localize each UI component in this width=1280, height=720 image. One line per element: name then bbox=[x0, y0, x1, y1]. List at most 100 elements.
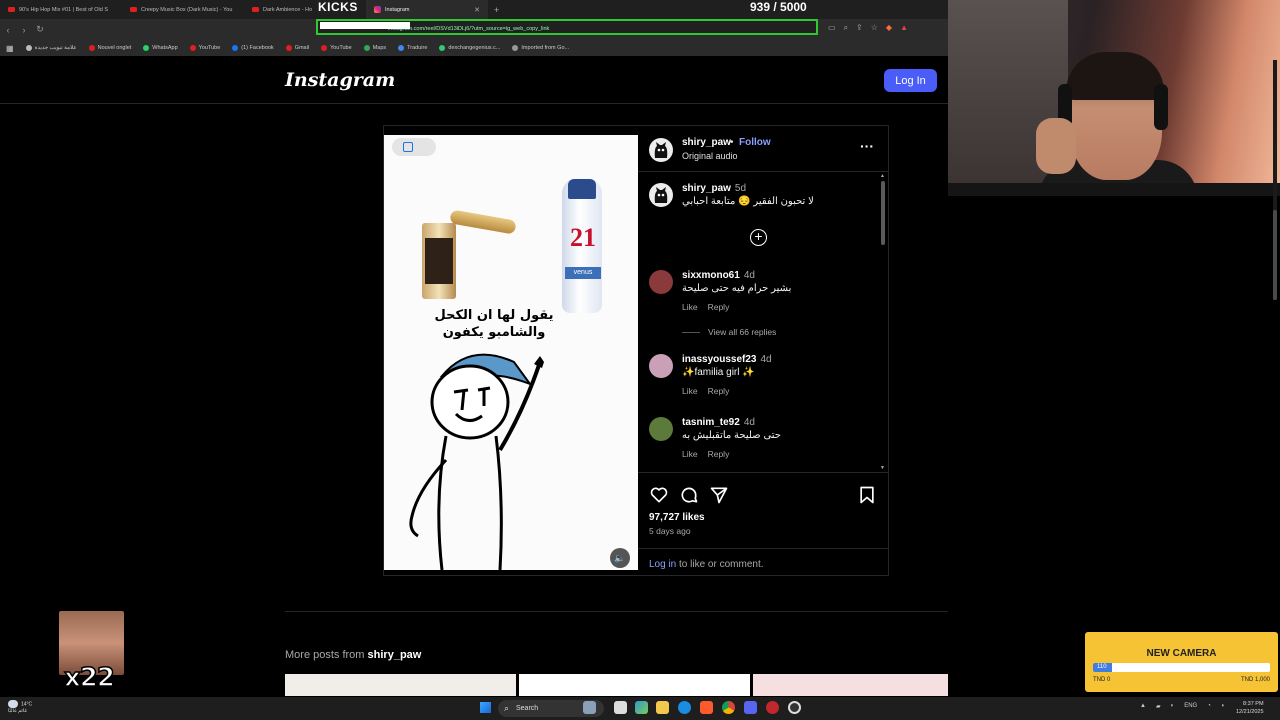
brave-shield-icon[interactable]: ◆ bbox=[886, 23, 892, 33]
address-bar[interactable]: instagram.com/reel/DSVd13iDLj6/?utm_sour… bbox=[316, 19, 818, 35]
scroll-down-icon[interactable]: ▼ bbox=[880, 465, 885, 471]
more-post-thumbnail[interactable] bbox=[285, 674, 516, 696]
bookmark-item[interactable]: YouTube bbox=[321, 45, 352, 51]
scroll-up-icon[interactable]: ▲ bbox=[880, 173, 885, 179]
likes-count[interactable]: 97,727 likes bbox=[649, 512, 705, 523]
tab-instagram[interactable]: Instagram ✕ bbox=[366, 0, 488, 19]
screen-capture-chip[interactable] bbox=[392, 138, 436, 156]
instagram-logo[interactable]: Instagram bbox=[285, 69, 395, 91]
author-username[interactable]: shiry_paw bbox=[682, 137, 731, 148]
bookmark-item[interactable]: Imported from Go... bbox=[512, 45, 569, 51]
edge-icon[interactable] bbox=[678, 701, 691, 714]
tray-overflow-icon[interactable]: ▲ bbox=[1140, 703, 1146, 710]
zoom-icon[interactable]: ⌕ bbox=[844, 23, 848, 33]
more-options-icon[interactable]: ··· bbox=[860, 138, 874, 154]
comment-avatar[interactable] bbox=[649, 270, 673, 294]
tray-app-icon[interactable]: ◐ bbox=[1171, 703, 1175, 710]
copilot-icon[interactable] bbox=[635, 701, 648, 714]
goal-max-label: TND 1,000 bbox=[1240, 677, 1270, 683]
more-post-thumbnail[interactable]: ▣ bbox=[753, 674, 948, 696]
page-scrollbar[interactable] bbox=[1273, 60, 1277, 300]
post-header: shiry_paw • Follow Original audio ··· bbox=[638, 126, 888, 172]
comment-reply-button[interactable]: Reply bbox=[708, 449, 730, 459]
file-explorer-icon[interactable] bbox=[656, 701, 669, 714]
brave-rewards-icon[interactable]: ▲ bbox=[900, 23, 908, 33]
tab-creepy-music-box[interactable]: Creepy Music Box (Dark Music) - You bbox=[122, 0, 244, 19]
comment-reply-button[interactable]: Reply bbox=[708, 302, 730, 312]
share-icon[interactable] bbox=[709, 485, 729, 505]
stick-figure-drawing bbox=[409, 353, 544, 570]
bookmark-item[interactable]: (1) Facebook bbox=[232, 45, 274, 51]
bookmark-item[interactable]: Gmail bbox=[285, 45, 309, 51]
follow-button[interactable]: Follow bbox=[739, 137, 771, 148]
login-link[interactable]: Log in bbox=[649, 559, 676, 570]
save-icon[interactable] bbox=[857, 485, 877, 505]
new-tab-button[interactable]: + bbox=[488, 5, 505, 15]
close-tab-icon[interactable]: ✕ bbox=[474, 6, 480, 14]
original-audio-link[interactable]: Original audio bbox=[682, 151, 738, 161]
comment-avatar[interactable] bbox=[649, 417, 673, 441]
screen: 90's Hip Hop Mix #01 | Best of Old S Cre… bbox=[0, 0, 1280, 720]
bookmark-favicon-icon bbox=[143, 45, 150, 51]
add-icon[interactable]: + bbox=[750, 229, 767, 246]
back-icon[interactable]: ‹ bbox=[0, 25, 16, 35]
comment-username[interactable]: tasnim_te92 bbox=[682, 417, 740, 428]
tab-hiphop-mix[interactable]: 90's Hip Hop Mix #01 | Best of Old S bbox=[0, 0, 122, 19]
forward-icon[interactable]: › bbox=[16, 25, 32, 35]
comment-like-button[interactable]: Like bbox=[682, 449, 698, 459]
network-icon[interactable]: ▰ bbox=[1156, 703, 1161, 710]
comment-like-button[interactable]: Like bbox=[682, 386, 698, 396]
bookmark-item[interactable]: علامة تبويب جديدة bbox=[25, 45, 77, 51]
comments-scrollbar[interactable]: ▲ ▼ bbox=[880, 173, 886, 471]
comment-reply-button[interactable]: Reply bbox=[708, 386, 730, 396]
more-post-thumbnail[interactable] bbox=[519, 674, 750, 696]
scrollbar-thumb[interactable] bbox=[881, 181, 885, 245]
bookmark-label: Imported from Go... bbox=[521, 45, 570, 51]
comment-text: ✨familia girl ✨ bbox=[682, 367, 755, 378]
obs-icon[interactable] bbox=[788, 701, 801, 714]
log-in-button[interactable]: Log In bbox=[884, 69, 937, 92]
tray-lang[interactable]: ENG bbox=[1184, 703, 1197, 710]
page-scrollbar-thumb[interactable] bbox=[1273, 210, 1277, 300]
more-posts-username[interactable]: shiry_paw bbox=[368, 649, 422, 661]
taskbar-clock[interactable]: 8:37 PM 12/21/2025 bbox=[1236, 700, 1264, 716]
caption-username[interactable]: shiry_paw bbox=[682, 183, 731, 194]
bookmark-item[interactable]: Traduire bbox=[398, 45, 427, 51]
cast-icon[interactable]: ▭ bbox=[828, 23, 836, 33]
chrome-icon[interactable] bbox=[722, 701, 735, 714]
weather-widget[interactable]: 14°C غائم غالبًا bbox=[8, 700, 32, 715]
comment-icon[interactable] bbox=[679, 485, 699, 505]
reel-video[interactable]: 21 venus يقول لها ان الكحل والشامبو يكفو… bbox=[384, 135, 638, 570]
bookmark-item[interactable]: Maps bbox=[363, 45, 386, 51]
heart-icon[interactable] bbox=[649, 485, 669, 505]
comments-panel: shiry_paw 5d لا تحبون الفقير 😔 متابعة احب… bbox=[638, 173, 888, 471]
mute-toggle-icon[interactable]: 🔈 bbox=[610, 548, 630, 568]
volume-icon[interactable]: ◖ bbox=[1221, 703, 1225, 710]
opera-icon[interactable] bbox=[766, 701, 779, 714]
capture-icon bbox=[403, 142, 413, 152]
widgets-icon[interactable] bbox=[583, 701, 596, 714]
bookmark-item[interactable]: Nouvel onglet bbox=[88, 45, 131, 51]
view-replies-link[interactable]: View all 66 replies bbox=[682, 327, 776, 337]
wifi-icon[interactable]: ◔ bbox=[1207, 703, 1211, 710]
discord-icon[interactable] bbox=[744, 701, 757, 714]
comment-username[interactable]: sixxmono61 bbox=[682, 270, 740, 281]
comment-avatar[interactable] bbox=[649, 354, 673, 378]
bookmark-item[interactable]: dexchangegenius.c... bbox=[439, 45, 500, 51]
brave-icon[interactable] bbox=[700, 701, 713, 714]
bookmark-label: Traduire bbox=[407, 45, 428, 51]
reload-icon[interactable]: ↻ bbox=[32, 24, 48, 35]
caption-avatar[interactable] bbox=[649, 183, 673, 207]
apps-grid-icon[interactable]: ▦ bbox=[6, 44, 14, 53]
bookmark-item[interactable]: WhatsApp bbox=[143, 45, 178, 51]
comment-like-button[interactable]: Like bbox=[682, 302, 698, 312]
author-avatar[interactable] bbox=[649, 138, 673, 162]
start-button-icon[interactable] bbox=[480, 702, 491, 713]
comment-time: 4d bbox=[760, 354, 772, 365]
youtube-icon bbox=[8, 7, 15, 12]
task-view-icon[interactable] bbox=[614, 701, 627, 714]
bookmark-item[interactable]: YouTube bbox=[189, 45, 220, 51]
comment-username[interactable]: inassyoussef23 bbox=[682, 354, 757, 365]
share-icon[interactable]: ⇪ bbox=[856, 23, 863, 33]
bookmark-star-icon[interactable]: ☆ bbox=[871, 23, 878, 33]
